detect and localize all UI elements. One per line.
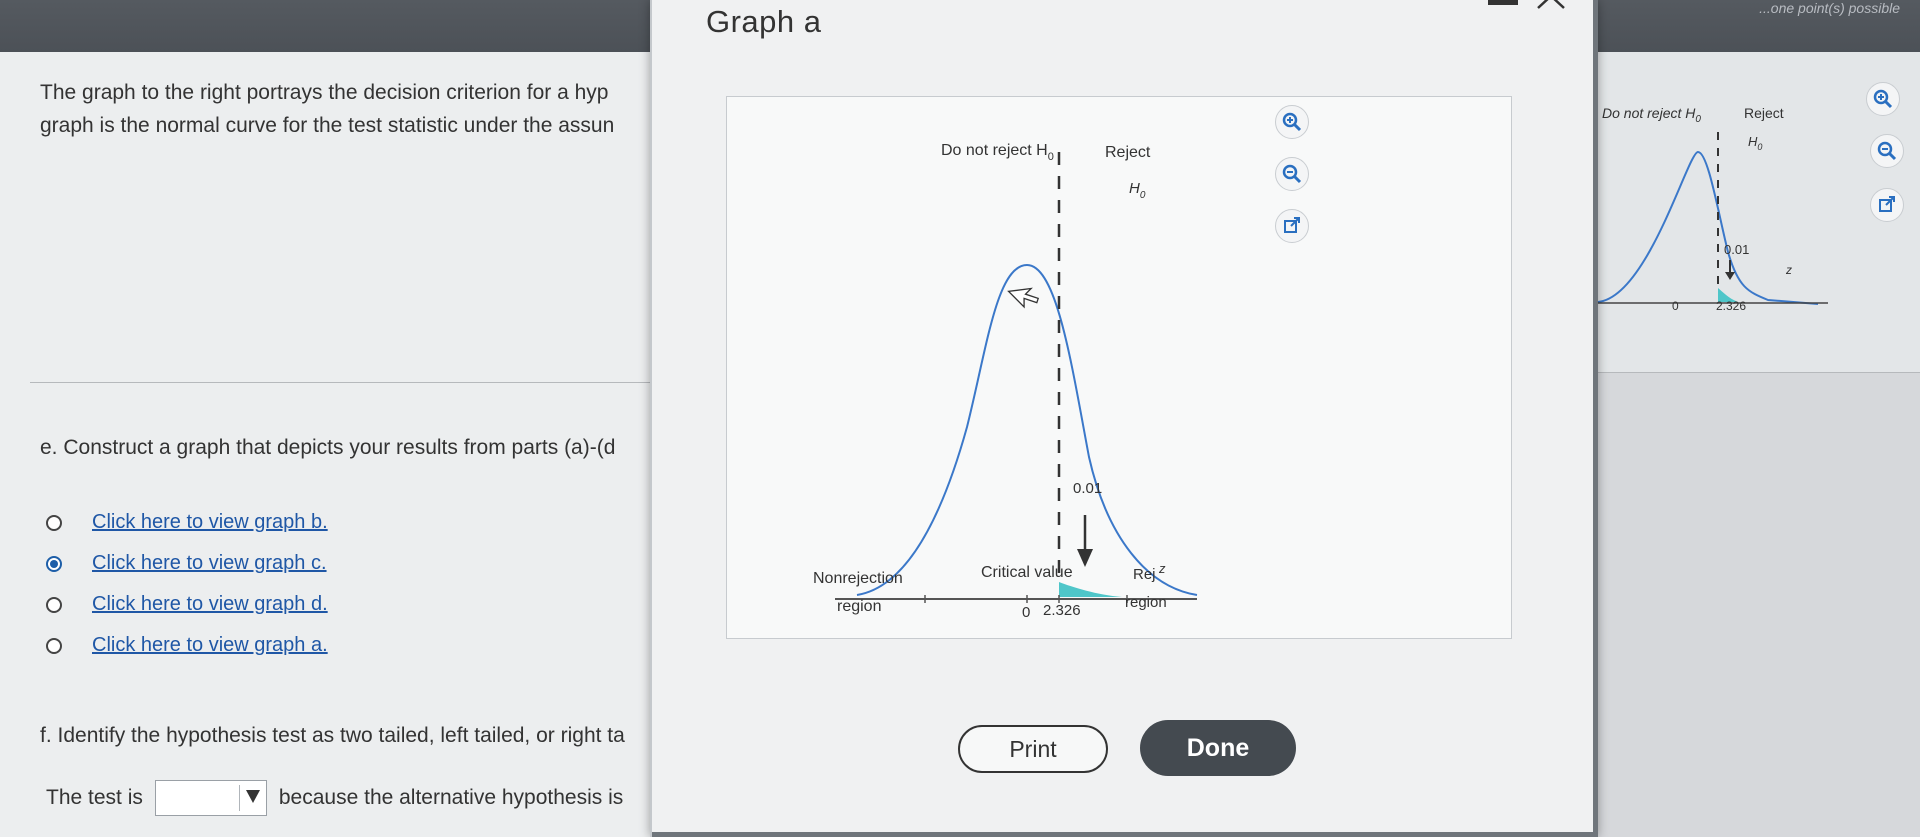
question-intro: The graph to the right portrays the deci… <box>40 76 650 142</box>
divider <box>30 382 650 383</box>
label-rej-region: region <box>1125 594 1167 611</box>
alpha-arrowhead <box>1077 549 1093 567</box>
minimize-icon[interactable] <box>1488 0 1518 5</box>
zoom-out-icon <box>1877 141 1897 161</box>
thumbnail-graph-panel: Do not reject H0 Reject H0 0.01 z 0 2.32… <box>1598 52 1920 373</box>
intro-line-1: The graph to the right portrays the deci… <box>40 81 609 104</box>
radio-graph-b[interactable] <box>46 514 62 531</box>
close-icon[interactable] <box>1536 0 1566 10</box>
mouse-cursor-icon <box>1007 287 1040 309</box>
select-separator <box>238 785 240 811</box>
thumb-zoom-in-button[interactable] <box>1866 82 1900 116</box>
thumb-curve <box>1598 150 1819 305</box>
done-button[interactable]: Done <box>1140 720 1296 776</box>
normal-curve <box>856 263 1198 596</box>
radio-graph-c[interactable] <box>46 555 62 572</box>
normal-curve-graph: Do not reject H0 Reject H0 0.01 Nonrejec… <box>813 142 1198 621</box>
intro-line-2: graph is the normal curve for the test s… <box>40 114 615 137</box>
label-nonrejection-region: region <box>837 598 881 615</box>
test-prefix: The test is <box>46 786 143 809</box>
part-e-prompt: e. Construct a graph that depicts your r… <box>40 436 616 459</box>
option-graph-b[interactable]: Click here to view graph b. <box>46 502 328 543</box>
thumb-h0: H0 <box>1748 134 1762 152</box>
test-type-select[interactable] <box>154 780 267 816</box>
graph-options: Click here to view graph b. Click here t… <box>46 502 328 666</box>
thumb-reject: Reject <box>1744 105 1784 121</box>
link-graph-b[interactable]: Click here to view graph b. <box>92 511 328 534</box>
label-alpha: 0.01 <box>1073 480 1102 497</box>
thumb-zoom-out-button[interactable] <box>1870 134 1904 168</box>
thumb-tick-crit: 2.326 <box>1716 299 1746 313</box>
tick-label-crit: 2.326 <box>1043 602 1081 619</box>
print-button[interactable]: Print <box>958 725 1108 773</box>
label-do-not-reject: Do not reject H0 <box>941 142 1054 163</box>
part-f-prompt: f. Identify the hypothesis test as two t… <box>40 724 625 747</box>
radio-graph-d[interactable] <box>46 596 62 613</box>
graph-area: Do not reject H0 Reject H0 0.01 Nonrejec… <box>726 96 1512 639</box>
link-graph-d[interactable]: Click here to view graph d. <box>92 593 328 616</box>
link-graph-a[interactable]: Click here to view graph a. <box>92 634 328 657</box>
graph-modal: Graph a Do not reject H0 Reject H0 0.01 … <box>650 0 1598 837</box>
pop-out-button[interactable] <box>1275 209 1309 243</box>
test-suffix: because the alternative hypothesis is <box>278 786 624 809</box>
thumb-pop-out-button[interactable] <box>1870 188 1904 222</box>
zoom-in-icon <box>1282 112 1302 132</box>
thumb-arrowhead <box>1725 272 1735 280</box>
zoom-in-button[interactable] <box>1275 105 1309 139</box>
label-nonrejection: Nonrejection <box>813 570 903 587</box>
label-reject: Reject <box>1105 144 1151 161</box>
thumb-z-label: z <box>1785 263 1792 277</box>
option-graph-d[interactable]: Click here to view graph d. <box>46 584 328 625</box>
label-h0: H0 <box>1129 180 1146 201</box>
radio-graph-a[interactable] <box>46 637 62 654</box>
zoom-in-icon <box>1873 89 1893 109</box>
reject-region-fill <box>1059 582 1122 597</box>
label-critical-value: Critical value <box>981 564 1073 581</box>
zoom-out-button[interactable] <box>1275 157 1309 191</box>
pop-out-icon <box>1879 196 1895 212</box>
modal-bottom-border <box>652 832 1593 837</box>
pop-out-icon <box>1284 217 1300 233</box>
link-graph-c[interactable]: Click here to view graph c. <box>92 552 327 575</box>
chevron-down-icon <box>245 790 260 803</box>
zoom-out-icon <box>1282 164 1302 184</box>
option-graph-c[interactable]: Click here to view graph c. <box>46 543 328 584</box>
thumb-tick-0: 0 <box>1672 299 1679 313</box>
option-graph-a[interactable]: Click here to view graph a. <box>46 625 328 666</box>
tick-label-0: 0 <box>1022 604 1030 621</box>
label-rej: Rej <box>1133 566 1156 583</box>
thumb-do-not-reject: Do not reject H0 <box>1602 105 1701 125</box>
question-panel: The graph to the right portrays the deci… <box>0 52 650 837</box>
thumb-alpha: 0.01 <box>1724 242 1749 257</box>
label-z: z <box>1158 561 1166 576</box>
test-answer-row: The test is because the alternative hypo… <box>46 780 623 816</box>
modal-title: Graph a <box>706 4 822 39</box>
points-text: ...one point(s) possible <box>1759 0 1900 16</box>
